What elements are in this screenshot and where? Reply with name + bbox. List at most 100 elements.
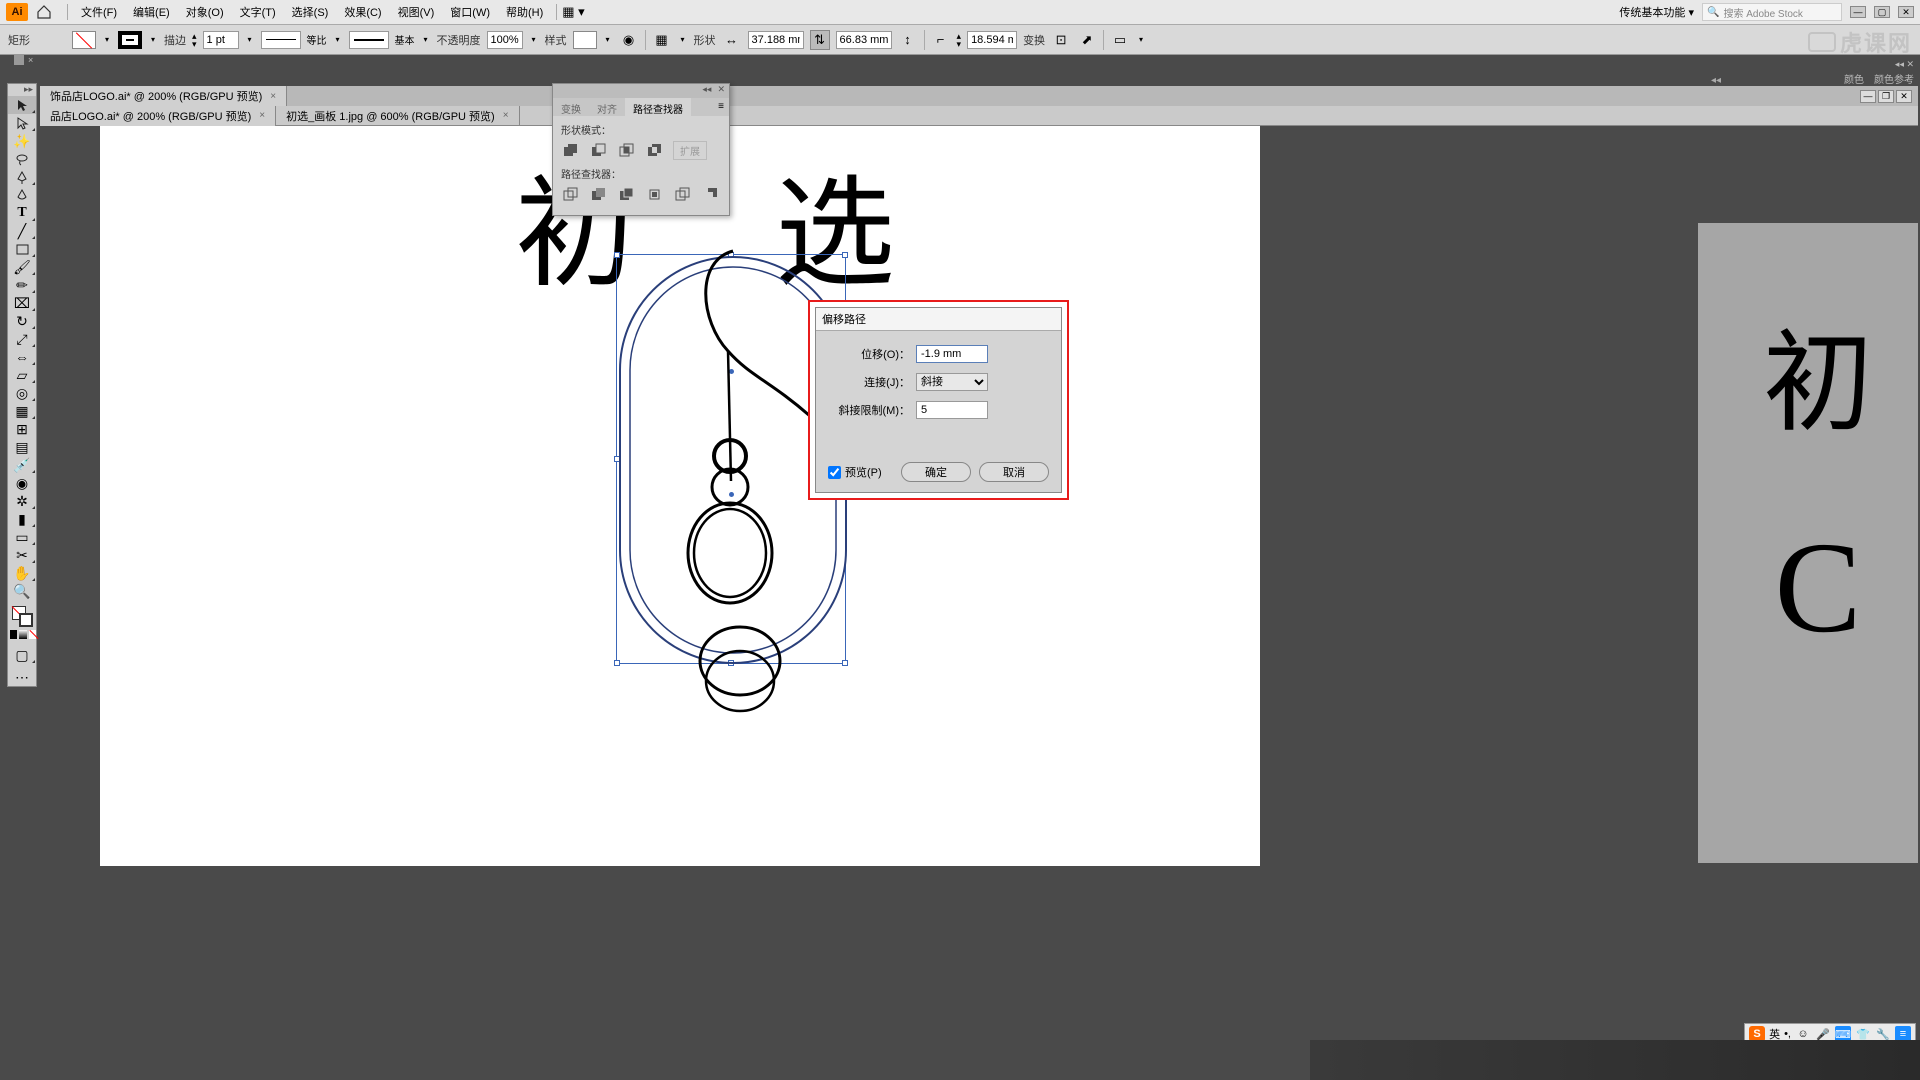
corner-icon[interactable]: ⌐	[931, 30, 951, 50]
direct-selection-tool[interactable]	[8, 114, 36, 132]
window-min-icon[interactable]: —	[1850, 6, 1866, 18]
intersect-icon[interactable]	[617, 142, 635, 160]
screen-mode-tool[interactable]: ▢	[8, 646, 36, 664]
unite-icon[interactable]	[561, 142, 579, 160]
shaper-tool[interactable]: ✏	[8, 276, 36, 294]
menu-help[interactable]: 帮助(H)	[498, 4, 551, 20]
scale-tool[interactable]: ⤢	[8, 330, 36, 348]
blend-tool[interactable]: ◉	[8, 474, 36, 492]
tab-close-icon[interactable]: ×	[270, 91, 276, 102]
window-max-icon[interactable]: ▢	[1874, 6, 1890, 18]
corner-input[interactable]	[967, 31, 1017, 49]
width-tool[interactable]: ⇔	[8, 348, 36, 366]
preview-check-input[interactable]	[828, 466, 841, 479]
magic-wand-tool[interactable]: ✨	[8, 132, 36, 150]
edit-toolbar[interactable]: ⋯	[8, 668, 36, 686]
trim-icon[interactable]	[589, 185, 607, 203]
tool-collapse-icon[interactable]: ▸▸	[8, 84, 36, 96]
menu-file[interactable]: 文件(F)	[73, 4, 125, 20]
link-wh-icon[interactable]: ⇅	[810, 30, 830, 50]
transform-label[interactable]: 变换	[1023, 32, 1045, 48]
ok-button[interactable]: 确定	[901, 462, 971, 482]
shape-builder-tool[interactable]: ◎	[8, 384, 36, 402]
width-icon[interactable]: ↔	[722, 30, 742, 50]
panel-stub[interactable]	[14, 55, 24, 65]
tab-close-icon[interactable]: ×	[503, 110, 509, 121]
cancel-button[interactable]: 取消	[979, 462, 1049, 482]
panel-tab-color[interactable]: 颜色	[1844, 71, 1864, 86]
document-tab-2[interactable]: 品店LOGO.ai* @ 200% (RGB/GPU 预览)×	[40, 106, 276, 126]
brush-def[interactable]	[349, 31, 389, 49]
eyedropper-tool[interactable]: 💉	[8, 456, 36, 474]
arrange-icon[interactable]: ▭	[1110, 30, 1130, 50]
line-tool[interactable]: ╱	[8, 222, 36, 240]
minus-back-icon[interactable]	[701, 185, 719, 203]
canvas[interactable]: 初 选	[40, 126, 1918, 1078]
menu-object[interactable]: 对象(O)	[178, 4, 232, 20]
transform-icon2[interactable]: ⬈	[1077, 30, 1097, 50]
color-mode-row[interactable]	[8, 628, 36, 642]
stepper-icon[interactable]: ▴▾	[957, 32, 962, 48]
stock-search[interactable]: 🔍 搜索 Adobe Stock	[1702, 3, 1842, 21]
crop-icon[interactable]	[645, 185, 663, 203]
eraser-tool[interactable]: ⌧	[8, 294, 36, 312]
doc-close-icon[interactable]: ✕	[1896, 90, 1912, 103]
pf-tab-transform[interactable]: 变换	[553, 98, 589, 116]
lasso-tool[interactable]	[8, 150, 36, 168]
panel-close-icon[interactable]: ×	[28, 55, 33, 65]
home-icon[interactable]	[36, 4, 52, 20]
rotate-tool[interactable]: ↻	[8, 312, 36, 330]
stroke-swatch[interactable]	[118, 31, 142, 49]
rectangle-tool[interactable]	[8, 240, 36, 258]
symbol-sprayer-tool[interactable]: ✲	[8, 492, 36, 510]
type-tool[interactable]: T	[8, 204, 36, 222]
stroke-weight-input[interactable]	[203, 31, 239, 49]
panel-collapse-icon[interactable]: ◂◂	[702, 84, 711, 98]
width-input[interactable]	[748, 31, 804, 49]
outline-icon[interactable]	[673, 185, 691, 203]
opacity-input[interactable]	[487, 31, 523, 49]
slice-tool[interactable]: ✂	[8, 546, 36, 564]
pathfinder-panel[interactable]: ◂◂✕ 变换 对齐 路径查找器 ≡ 形状模式： 扩展 路径查找器：	[552, 83, 730, 216]
menu-select[interactable]: 选择(S)	[284, 4, 337, 20]
pf-tab-align[interactable]: 对齐	[589, 98, 625, 116]
panel-close-icon[interactable]: ✕	[717, 84, 725, 98]
workspace-switcher[interactable]: 传统基本功能 ▾	[1619, 4, 1694, 20]
document-tab-3[interactable]: 初选_画板 1.jpg @ 600% (RGB/GPU 预览)×	[276, 106, 519, 126]
paintbrush-tool[interactable]: 🖌	[8, 258, 36, 276]
artboard-tool[interactable]: ▭	[8, 528, 36, 546]
collapse-icon[interactable]: ◂◂	[1711, 75, 1721, 86]
stepper-icon[interactable]: ▴▾	[192, 32, 197, 48]
free-transform-tool[interactable]: ▱	[8, 366, 36, 384]
divide-icon[interactable]	[561, 185, 579, 203]
isolate-icon[interactable]: ⊡	[1051, 30, 1071, 50]
preview-checkbox[interactable]: 预览(P)	[828, 464, 882, 480]
pen-tool[interactable]	[8, 168, 36, 186]
gradient-tool[interactable]: ▤	[8, 438, 36, 456]
fill-swatch[interactable]	[72, 31, 96, 49]
graphic-style-swatch[interactable]	[573, 31, 597, 49]
exclude-icon[interactable]	[645, 142, 663, 160]
panel-tab-colorguide[interactable]: 颜色参考	[1874, 71, 1914, 86]
panel-menu-icon[interactable]: ≡	[713, 98, 729, 116]
doc-restore-icon[interactable]: ❐	[1878, 90, 1894, 103]
minus-front-icon[interactable]	[589, 142, 607, 160]
layout-icon[interactable]: ▦ ▾	[562, 4, 584, 20]
menu-edit[interactable]: 编辑(E)	[125, 4, 178, 20]
fill-stroke-control[interactable]	[8, 604, 36, 628]
recolor-icon[interactable]: ◉	[619, 30, 639, 50]
doc-min-icon[interactable]: —	[1860, 90, 1876, 103]
tab-close-icon[interactable]: ×	[259, 110, 265, 121]
offset-input[interactable]	[916, 345, 988, 363]
pf-tab-pathfinder[interactable]: 路径查找器	[625, 98, 691, 116]
perspective-tool[interactable]: ▦	[8, 402, 36, 420]
mesh-tool[interactable]: ⊞	[8, 420, 36, 438]
column-graph-tool[interactable]: ▮	[8, 510, 36, 528]
align-icon[interactable]: ▦	[652, 30, 672, 50]
window-close-icon[interactable]: ✕	[1898, 6, 1914, 18]
merge-icon[interactable]	[617, 185, 635, 203]
curvature-tool[interactable]	[8, 186, 36, 204]
document-tab-1[interactable]: 饰品店LOGO.ai* @ 200% (RGB/GPU 预览)×	[40, 86, 287, 106]
height-input[interactable]	[836, 31, 892, 49]
stroke-weight-dd[interactable]: ▾	[245, 35, 255, 45]
